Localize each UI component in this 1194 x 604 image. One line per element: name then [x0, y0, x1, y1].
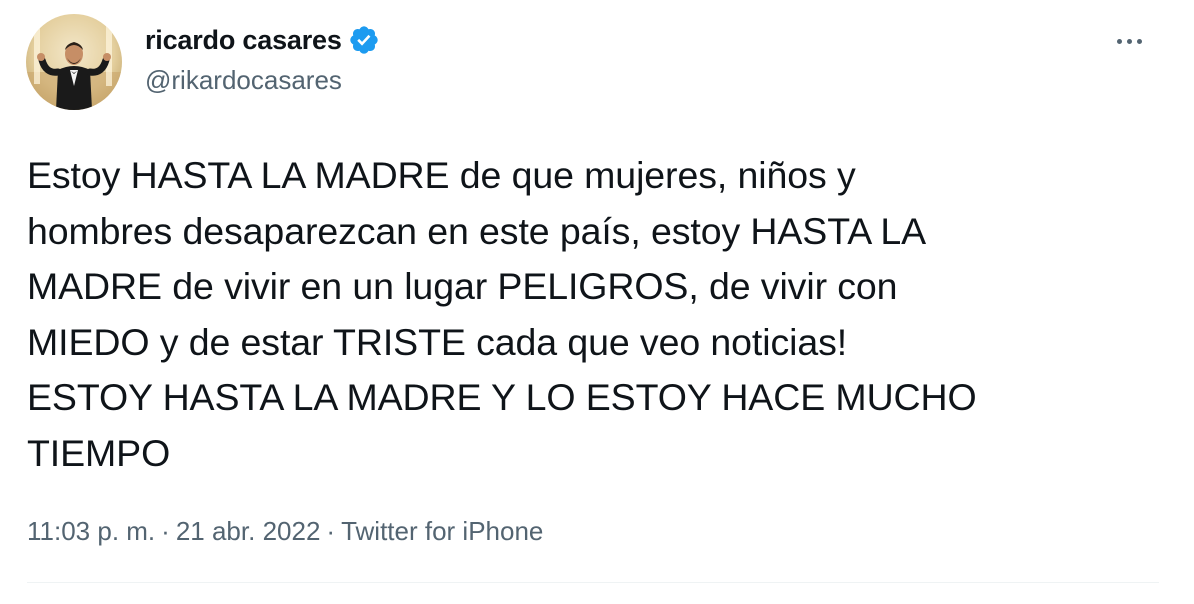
name-row: ricardo casares [145, 22, 380, 58]
user-handle[interactable]: @rikardocasares [145, 67, 380, 93]
tweet-date-link[interactable]: 21 abr. 2022 [176, 516, 321, 546]
avatar[interactable] [26, 14, 122, 110]
tweet-card: ricardo casares @rikardocasares Estoy HA… [0, 0, 1194, 604]
profile-photo-icon [26, 14, 122, 110]
meta-separator: · [326, 516, 336, 546]
ellipsis-icon [1136, 38, 1142, 44]
more-options-button[interactable] [1112, 24, 1146, 58]
divider [27, 582, 1159, 583]
ellipsis-icon [1116, 38, 1122, 44]
tweet-source-link[interactable]: Twitter for iPhone [341, 516, 543, 546]
ellipsis-icon [1126, 38, 1132, 44]
tweet-metadata: 11:03 p. m. · 21 abr. 2022 · Twitter for iPh… [27, 513, 543, 549]
meta-separator: · [161, 516, 170, 546]
author-block: ricardo casares @rikardocasares [145, 22, 380, 93]
tweet-time-link[interactable]: 11:03 p. m. [27, 516, 155, 546]
tweet-text: Estoy HASTA LA MADRE de que mujeres, niñ… [27, 154, 977, 474]
verified-badge-icon [348, 24, 380, 56]
display-name[interactable]: ricardo casares [145, 26, 342, 54]
